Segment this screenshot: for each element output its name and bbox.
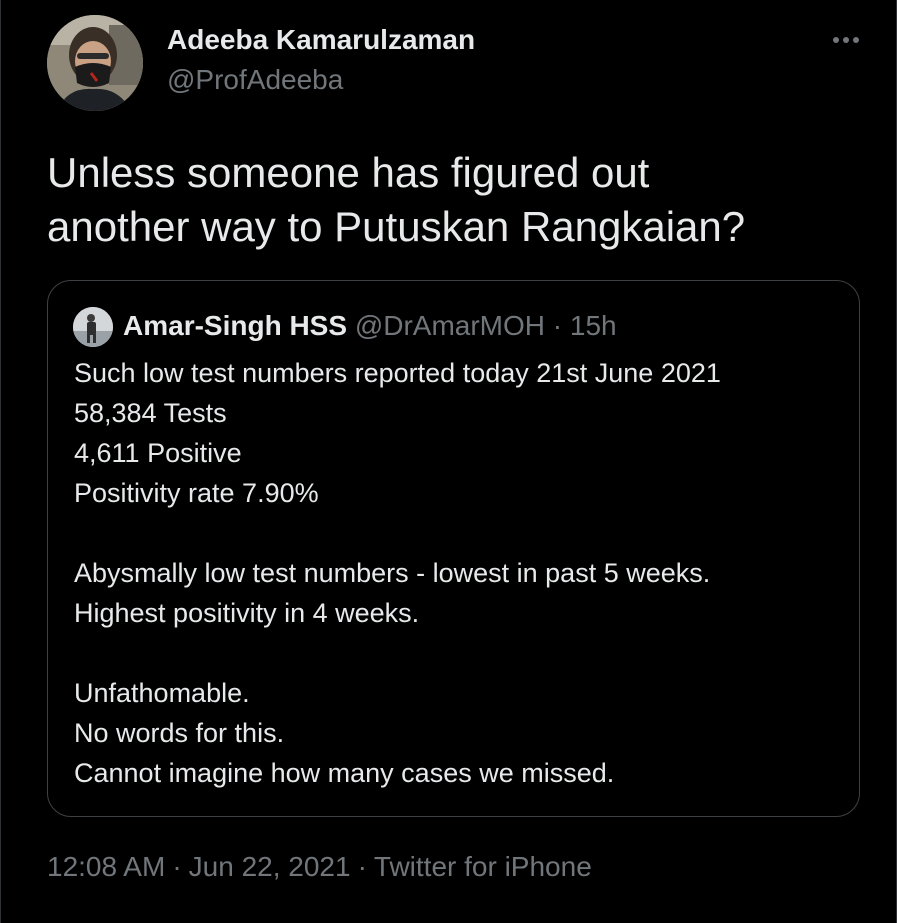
quoted-text-blank (74, 513, 844, 553)
meta-separator: · (172, 851, 182, 882)
quoted-tweet-text: Such low test numbers reported today 21s… (74, 353, 844, 793)
quoted-text-line: Abysmally low test numbers - lowest in p… (74, 558, 711, 588)
quoted-text-line: Such low test numbers reported today 21s… (74, 358, 721, 388)
profile-photo-masked-person-icon (47, 15, 143, 111)
tweet-time[interactable]: 12:08 AM (47, 851, 165, 882)
quoted-author-avatar[interactable] (73, 307, 113, 347)
tweet-metadata: 12:08 AM · Jun 22, 2021 · Twitter for iPhone (47, 851, 592, 883)
author-avatar[interactable] (47, 15, 143, 111)
quoted-text-line: Unfathomable. (74, 678, 250, 708)
more-horizontal-icon-dot (853, 37, 859, 43)
author-name[interactable]: Adeeba Kamarulzaman (167, 24, 475, 56)
profile-photo-person-standing-icon (73, 307, 113, 347)
quoted-text-line: Cannot imagine how many cases we missed. (74, 758, 615, 788)
more-options-button[interactable] (826, 28, 866, 52)
quoted-tweet-time: 15h (569, 310, 617, 341)
more-horizontal-icon (833, 37, 839, 43)
quoted-author-handle[interactable]: @DrAmarMOH (355, 310, 545, 341)
tweet-date[interactable]: Jun 22, 2021 (189, 851, 351, 882)
quoted-text-line: No words for this. (74, 718, 285, 748)
quoted-header-separator: · (552, 310, 563, 341)
quoted-tweet-header: Amar-Singh HSS @DrAmarMOH · 15h (123, 309, 617, 343)
quoted-text-line: 4,611 Positive (74, 438, 242, 468)
quoted-text-line: Highest positivity in 4 weeks. (74, 598, 420, 628)
author-handle[interactable]: @ProfAdeeba (167, 64, 343, 96)
quoted-tweet-card[interactable]: Amar-Singh HSS @DrAmarMOH · 15h Such low… (47, 280, 860, 817)
tweet: Adeeba Kamarulzaman @ProfAdeeba Unless s… (0, 0, 897, 923)
tweet-client[interactable]: Twitter for iPhone (374, 851, 592, 882)
more-horizontal-icon-dot (843, 37, 849, 43)
meta-separator: · (357, 851, 367, 882)
tweet-text-line: Unless someone has figured out (47, 149, 650, 196)
quoted-text-blank (74, 633, 844, 673)
quoted-text-line: 58,384 Tests (74, 398, 227, 428)
quoted-author-name[interactable]: Amar-Singh HSS (123, 310, 347, 341)
quoted-text-line: Positivity rate 7.90% (74, 478, 319, 508)
tweet-text: Unless someone has figured out another w… (47, 146, 847, 254)
tweet-text-line: another way to Putuskan Rangkaian? (47, 203, 746, 250)
